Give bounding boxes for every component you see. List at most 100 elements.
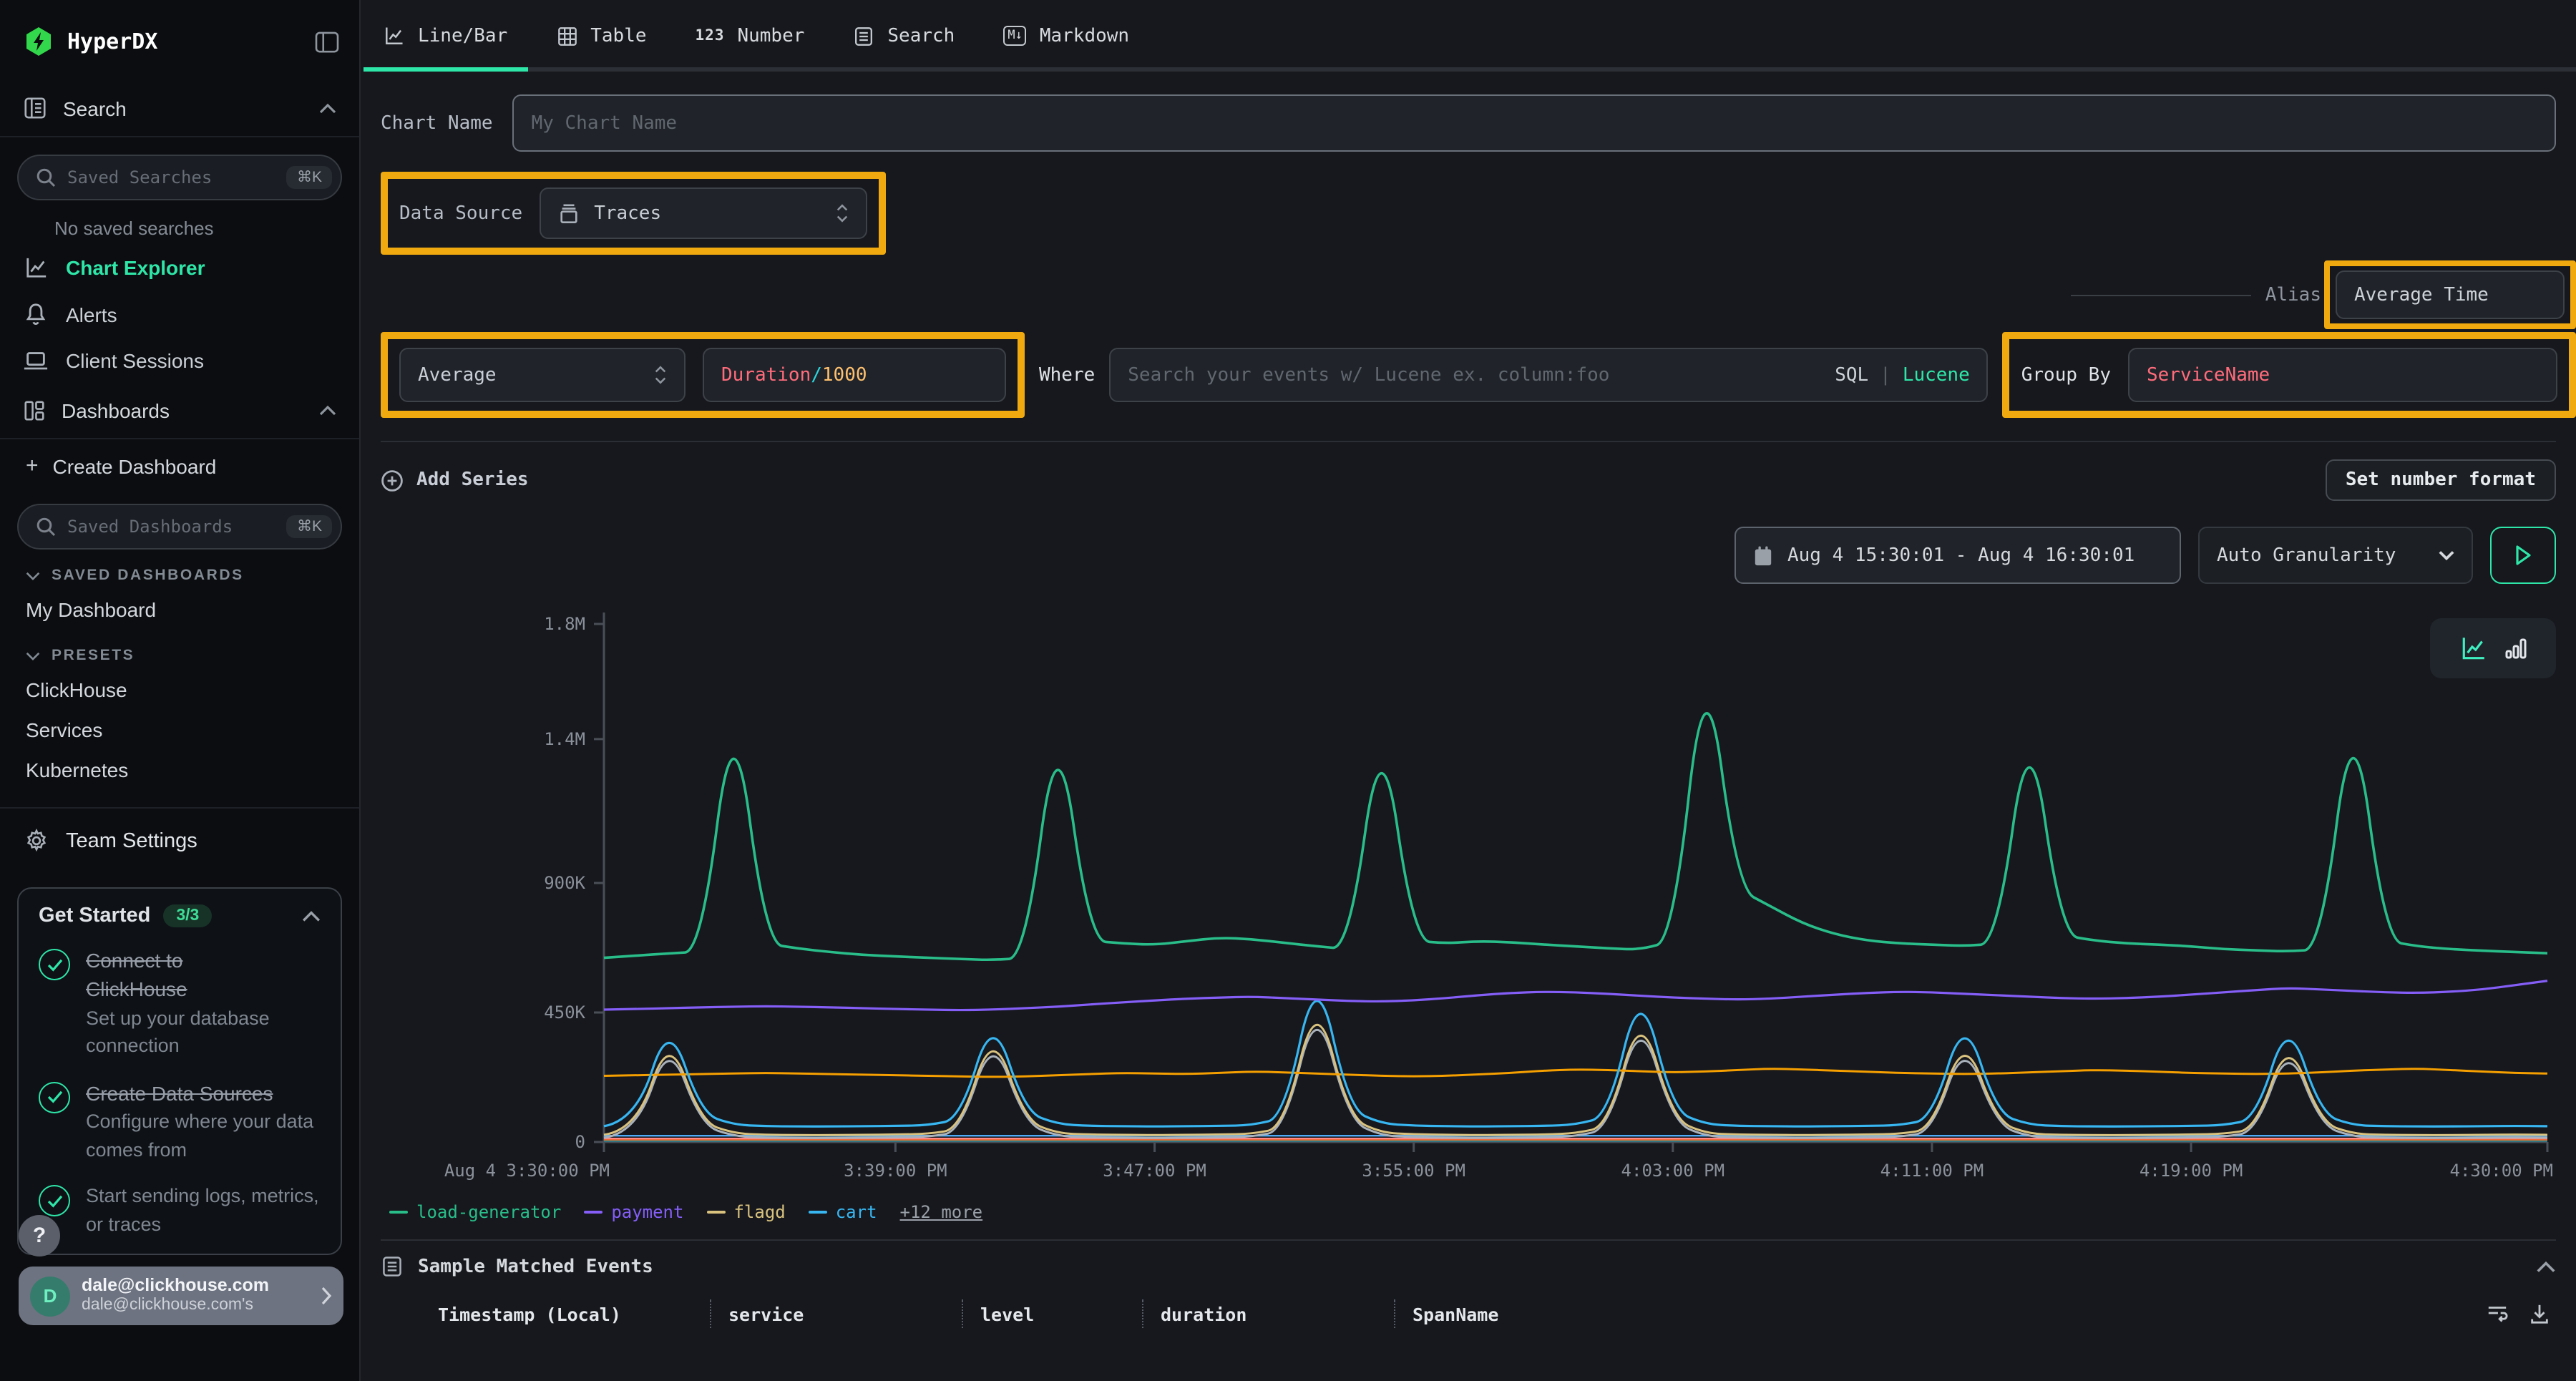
sidebar-section-dashboards-label: Dashboards	[62, 399, 303, 422]
saved-dashboards-search[interactable]: ⌘K	[17, 504, 342, 550]
sidebar-section-search-label: Search	[63, 97, 303, 119]
saved-dashboards-input[interactable]	[67, 517, 275, 537]
bell-icon	[23, 302, 49, 326]
shortcut-badge: ⌘K	[287, 166, 332, 189]
granularity-value: Auto Granularity	[2217, 545, 2396, 566]
run-query-button[interactable]	[2490, 527, 2556, 584]
sidebar-item-alerts[interactable]: Alerts	[0, 291, 359, 338]
alias-input[interactable]	[2354, 284, 2546, 306]
tab-line-bar[interactable]: Line/Bar	[384, 0, 507, 72]
search-panel-icon	[23, 96, 47, 120]
group-by-input[interactable]	[2147, 364, 2539, 386]
user-info: dale@clickhouse.com dale@clickhouse.com'…	[82, 1275, 309, 1317]
line-chart-toggle-icon[interactable]	[2459, 635, 2487, 661]
get-started-item[interactable]: Create Data Sources Configure where your…	[39, 1078, 321, 1163]
saved-dashboards-group[interactable]: SAVED DASHBOARDS	[0, 550, 359, 590]
plus-icon: +	[26, 454, 39, 478]
data-source-label: Data Source	[399, 202, 522, 224]
get-started-item[interactable]: Start sending logs, metrics, or traces	[39, 1182, 321, 1238]
preset-item-services[interactable]: Services	[0, 710, 359, 750]
language-lucene-option[interactable]: Lucene	[1903, 364, 1970, 386]
get-started-item-title: Connect to ClickHouse	[86, 946, 272, 1004]
download-icon[interactable]	[2529, 1302, 2550, 1325]
column-header-spanname[interactable]: SpanName	[1394, 1299, 2486, 1328]
hyperdx-logo-icon	[23, 26, 54, 57]
preset-item-kubernetes[interactable]: Kubernetes	[0, 750, 359, 790]
user-menu[interactable]: D dale@clickhouse.com dale@clickhouse.co…	[19, 1267, 343, 1325]
data-source-value: Traces	[594, 202, 661, 224]
collapse-sidebar-icon[interactable]	[315, 31, 339, 52]
where-label: Where	[1039, 364, 1095, 386]
legend-item[interactable]: flagd	[706, 1202, 785, 1222]
get-started-header[interactable]: Get Started 3/3	[39, 904, 321, 927]
annotation-highlight-alias	[2324, 260, 2576, 329]
legend-dash	[389, 1211, 408, 1214]
sidebar-section-dashboards[interactable]: Dashboards	[0, 384, 359, 439]
question-mark-icon: ?	[33, 1224, 46, 1248]
table-icon	[556, 25, 577, 47]
svg-text:4:11:00 PM: 4:11:00 PM	[1880, 1161, 1984, 1181]
wrap-text-icon[interactable]	[2486, 1302, 2509, 1325]
annotation-highlight-data-source: Data Source Traces	[381, 172, 886, 255]
legend-item[interactable]: load-generator	[389, 1202, 561, 1222]
tab-number[interactable]: 123 Number	[696, 0, 805, 72]
date-range-picker[interactable]: Aug 4 15:30:01 - Aug 4 16:30:01	[1735, 527, 2181, 584]
sidebar-item-team-settings[interactable]: Team Settings	[0, 807, 359, 870]
tab-markdown[interactable]: M↓ Markdown	[1003, 0, 1129, 72]
sidebar: HyperDX Search ⌘K No saved searches	[0, 0, 361, 1381]
help-button[interactable]: ?	[19, 1215, 60, 1256]
where-input[interactable]	[1128, 364, 1820, 386]
svg-text:450K: 450K	[544, 1002, 585, 1023]
chevron-up-icon[interactable]	[302, 909, 321, 922]
aggregation-select[interactable]: Average	[399, 348, 686, 402]
granularity-select[interactable]: Auto Granularity	[2198, 527, 2473, 584]
date-range-value: Aug 4 15:30:01 - Aug 4 16:30:01	[1787, 545, 2135, 566]
timeseries-chart[interactable]: 0450K900K1.4M1.8MAug 4 3:30:00 PM3:39:00…	[381, 592, 2556, 1199]
annotation-highlight-group-by: Group By	[2003, 332, 2576, 418]
collapse-events-icon[interactable]	[2536, 1260, 2556, 1273]
column-header-duration[interactable]: duration	[1142, 1299, 1394, 1328]
column-header-service[interactable]: service	[710, 1299, 962, 1328]
chart-line-icon	[23, 256, 49, 279]
metric-expression-field[interactable]: Duration / 1000	[703, 348, 1006, 402]
play-icon	[2513, 544, 2533, 567]
group-label: SAVED DASHBOARDS	[52, 567, 244, 584]
tab-table[interactable]: Table	[556, 0, 646, 72]
tab-label: Number	[737, 25, 804, 47]
dashboard-item-my-dashboard[interactable]: My Dashboard	[0, 590, 359, 630]
add-series-button[interactable]: Add Series	[381, 469, 529, 492]
sidebar-item-label: Alerts	[66, 303, 336, 326]
chevron-up-icon	[319, 102, 336, 114]
preset-item-clickhouse[interactable]: ClickHouse	[0, 670, 359, 710]
legend-item[interactable]: cart	[809, 1202, 877, 1222]
annotation-highlight-aggregation: Average Duration / 1000	[381, 332, 1025, 418]
set-number-format-button[interactable]: Set number format	[2326, 459, 2556, 501]
get-started-item[interactable]: Connect to ClickHouse Set up your databa…	[39, 946, 321, 1060]
data-source-select[interactable]: Traces	[540, 187, 867, 239]
sidebar-section-search[interactable]: Search	[0, 80, 359, 137]
language-sql-option[interactable]: SQL	[1835, 364, 1868, 386]
alias-field	[2336, 270, 2565, 319]
sidebar-item-chart-explorer[interactable]: Chart Explorer	[0, 245, 359, 291]
query-language-toggle: SQL | Lucene	[1835, 364, 1970, 386]
legend-show-more-link[interactable]: +12 more	[900, 1202, 983, 1222]
circle-plus-icon	[381, 469, 404, 492]
get-started-title: Get Started	[39, 904, 150, 927]
column-header-timestamp[interactable]: Timestamp (Local)	[438, 1299, 710, 1328]
sidebar-item-client-sessions[interactable]: Client Sessions	[0, 338, 359, 384]
tab-search[interactable]: Search	[853, 0, 955, 72]
presets-group[interactable]: PRESETS	[0, 630, 359, 670]
group-by-label: Group By	[2021, 364, 2111, 386]
column-header-level[interactable]: level	[962, 1299, 1142, 1328]
svg-text:3:55:00 PM: 3:55:00 PM	[1362, 1161, 1465, 1181]
legend-item[interactable]: payment	[584, 1202, 683, 1222]
tab-label: Line/Bar	[418, 25, 507, 47]
create-dashboard-button[interactable]: + Create Dashboard	[0, 439, 359, 487]
chart-display-toggle	[2430, 618, 2556, 678]
saved-searches-input[interactable]	[67, 167, 275, 187]
saved-searches-search[interactable]: ⌘K	[17, 155, 342, 200]
chart-name-input[interactable]	[532, 112, 2537, 134]
bar-chart-toggle-icon[interactable]	[2504, 635, 2527, 661]
check-circle-icon	[39, 949, 70, 980]
archive-box-icon	[558, 202, 580, 224]
